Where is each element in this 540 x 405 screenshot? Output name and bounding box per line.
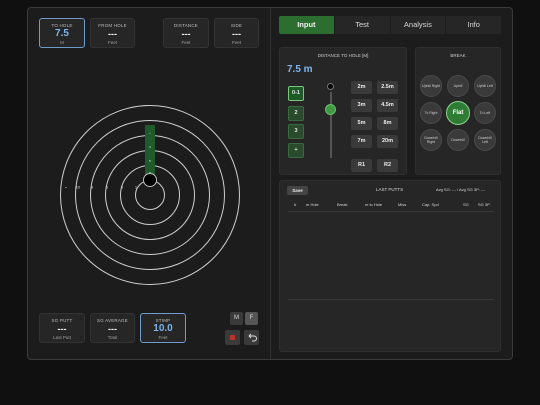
distance-title: DISTANCE TO HOLE [M] bbox=[317, 53, 369, 58]
preset-4-5m[interactable]: 4.5m bbox=[377, 99, 398, 112]
slider-end-cap bbox=[327, 83, 334, 90]
target-label: • bbox=[65, 184, 67, 190]
target-label: 5 bbox=[105, 184, 109, 190]
stat-label: SIDE bbox=[230, 23, 243, 28]
main-tabs: Input Test Analysis Info bbox=[279, 16, 501, 34]
distance-step-plus[interactable]: + bbox=[288, 143, 304, 158]
col-sg3p: SG 3P bbox=[478, 202, 490, 207]
record-button[interactable] bbox=[225, 330, 240, 345]
distance-slider-knob[interactable] bbox=[325, 104, 336, 115]
break-flat[interactable]: Flat bbox=[446, 101, 470, 125]
stat-sg-average[interactable]: SG AVERAGE --- Total bbox=[90, 313, 135, 343]
break-downhill-left[interactable]: Downhill Left bbox=[474, 129, 496, 151]
record-icon bbox=[230, 335, 235, 340]
stat-value: --- bbox=[232, 29, 241, 39]
target-label: 3 bbox=[120, 184, 124, 190]
col-m-hole: m Hole bbox=[306, 202, 319, 207]
preset-2m[interactable]: 2m bbox=[351, 81, 372, 94]
col-miss: Miss bbox=[398, 202, 407, 207]
fairway-label: 5 bbox=[149, 159, 151, 163]
r2-button[interactable]: R2 bbox=[377, 159, 398, 172]
table-bottom-divider bbox=[288, 299, 494, 300]
r1-button[interactable]: R1 bbox=[351, 159, 372, 172]
target-label: 1 bbox=[134, 184, 138, 190]
stat-unit: Feet bbox=[107, 40, 117, 45]
stat-value: --- bbox=[108, 29, 117, 39]
stat-value: 7.5 bbox=[55, 28, 69, 39]
target-label: 10 bbox=[75, 184, 81, 190]
preset-20m[interactable]: 20m bbox=[377, 135, 398, 148]
col-number: # bbox=[294, 202, 297, 207]
stat-unit: M bbox=[60, 40, 64, 45]
break-uphill-right[interactable]: Uphill Right bbox=[420, 75, 442, 97]
meter-toggle[interactable]: M bbox=[230, 312, 243, 325]
distance-value: 7.5 m bbox=[287, 64, 313, 75]
preset-7m[interactable]: 7m bbox=[351, 135, 372, 148]
stat-value: --- bbox=[108, 324, 117, 334]
stat-unit: Feet bbox=[231, 40, 241, 45]
break-uphill-left[interactable]: Uphill Left bbox=[474, 75, 496, 97]
break-uphill[interactable]: Uphill bbox=[447, 75, 469, 97]
stat-label: FROM HOLE bbox=[98, 23, 127, 28]
stat-value: --- bbox=[181, 29, 191, 39]
feet-toggle[interactable]: F bbox=[245, 312, 258, 325]
stat-from-hole[interactable]: FROM HOLE --- Feet bbox=[90, 18, 135, 48]
tab-test[interactable]: Test bbox=[335, 16, 391, 34]
col-sg: SG bbox=[463, 202, 469, 207]
tab-analysis[interactable]: Analysis bbox=[391, 16, 447, 34]
putt-target[interactable]: • 3 5 8 • 10 8 5 3 1 bbox=[60, 105, 240, 285]
stat-value: 10.0 bbox=[153, 323, 173, 334]
preset-3m[interactable]: 3m bbox=[351, 99, 372, 112]
target-label: 8 bbox=[90, 184, 94, 190]
preset-2-5m[interactable]: 2.5m bbox=[377, 81, 398, 94]
stat-side[interactable]: SIDE --- Feet bbox=[214, 18, 259, 48]
distance-step-0-1[interactable]: 0-1 bbox=[288, 86, 304, 101]
col-break: Break bbox=[337, 202, 348, 207]
stat-unit: Feet bbox=[181, 40, 191, 45]
stat-unit: Feet bbox=[158, 335, 168, 340]
panel-divider bbox=[270, 8, 271, 359]
stat-to-hole[interactable]: TO HOLE 7.5 M bbox=[39, 18, 85, 48]
last-putts-title: LAST PUTTS bbox=[376, 187, 404, 192]
fairway-label: • bbox=[149, 131, 151, 135]
save-button[interactable]: Save bbox=[287, 186, 308, 195]
distance-slider-track[interactable] bbox=[330, 92, 332, 158]
break-to-left[interactable]: To Left bbox=[474, 102, 496, 124]
break-title: BREAK bbox=[450, 53, 466, 58]
col-m-to-hole: m to Hole bbox=[365, 202, 383, 207]
stat-label: SG PUTT bbox=[51, 318, 73, 323]
fairway-label: 3 bbox=[149, 145, 151, 149]
undo-button[interactable] bbox=[244, 330, 259, 345]
avg-sg-summary: Avg SG: --- / Avg SG 3P: --- bbox=[436, 187, 485, 192]
tab-info[interactable]: Info bbox=[446, 16, 501, 34]
stat-sg-putt[interactable]: SG PUTT --- Last Putt bbox=[39, 313, 85, 343]
col-cap-spd: Cap. Spd bbox=[422, 202, 439, 207]
break-downhill[interactable]: Downhill bbox=[447, 129, 469, 151]
stat-distance[interactable]: DISTANCE --- Feet bbox=[163, 18, 209, 48]
break-to-right[interactable]: To Right bbox=[420, 102, 442, 124]
distance-panel: DISTANCE TO HOLE [M] 7.5 m 0-1 2 3 + 2m … bbox=[279, 47, 407, 175]
stat-stimp[interactable]: STIMP 10.0 Feet bbox=[140, 313, 186, 343]
preset-8m[interactable]: 8m bbox=[377, 117, 398, 130]
header-divider bbox=[288, 211, 494, 212]
distance-step-2[interactable]: 2 bbox=[288, 106, 304, 121]
stat-value: --- bbox=[57, 324, 67, 334]
stat-label: SG AVERAGE bbox=[97, 318, 128, 323]
distance-step-3[interactable]: 3 bbox=[288, 124, 304, 139]
last-putts-panel: Save LAST PUTTS Avg SG: --- / Avg SG 3P:… bbox=[279, 180, 501, 352]
hole-marker bbox=[143, 173, 157, 187]
stat-unit: Total bbox=[107, 335, 118, 340]
break-downhill-right[interactable]: Downhill Right bbox=[420, 129, 442, 151]
tab-input[interactable]: Input bbox=[279, 16, 335, 34]
preset-5m[interactable]: 5m bbox=[351, 117, 372, 130]
putting-app: TO HOLE 7.5 M FROM HOLE --- Feet DISTANC… bbox=[27, 7, 513, 360]
break-panel: BREAK Uphill Right Uphill Uphill Left To… bbox=[415, 47, 501, 175]
undo-icon bbox=[248, 333, 257, 342]
stat-unit: Last Putt bbox=[53, 335, 71, 340]
stat-label: DISTANCE bbox=[173, 23, 199, 28]
